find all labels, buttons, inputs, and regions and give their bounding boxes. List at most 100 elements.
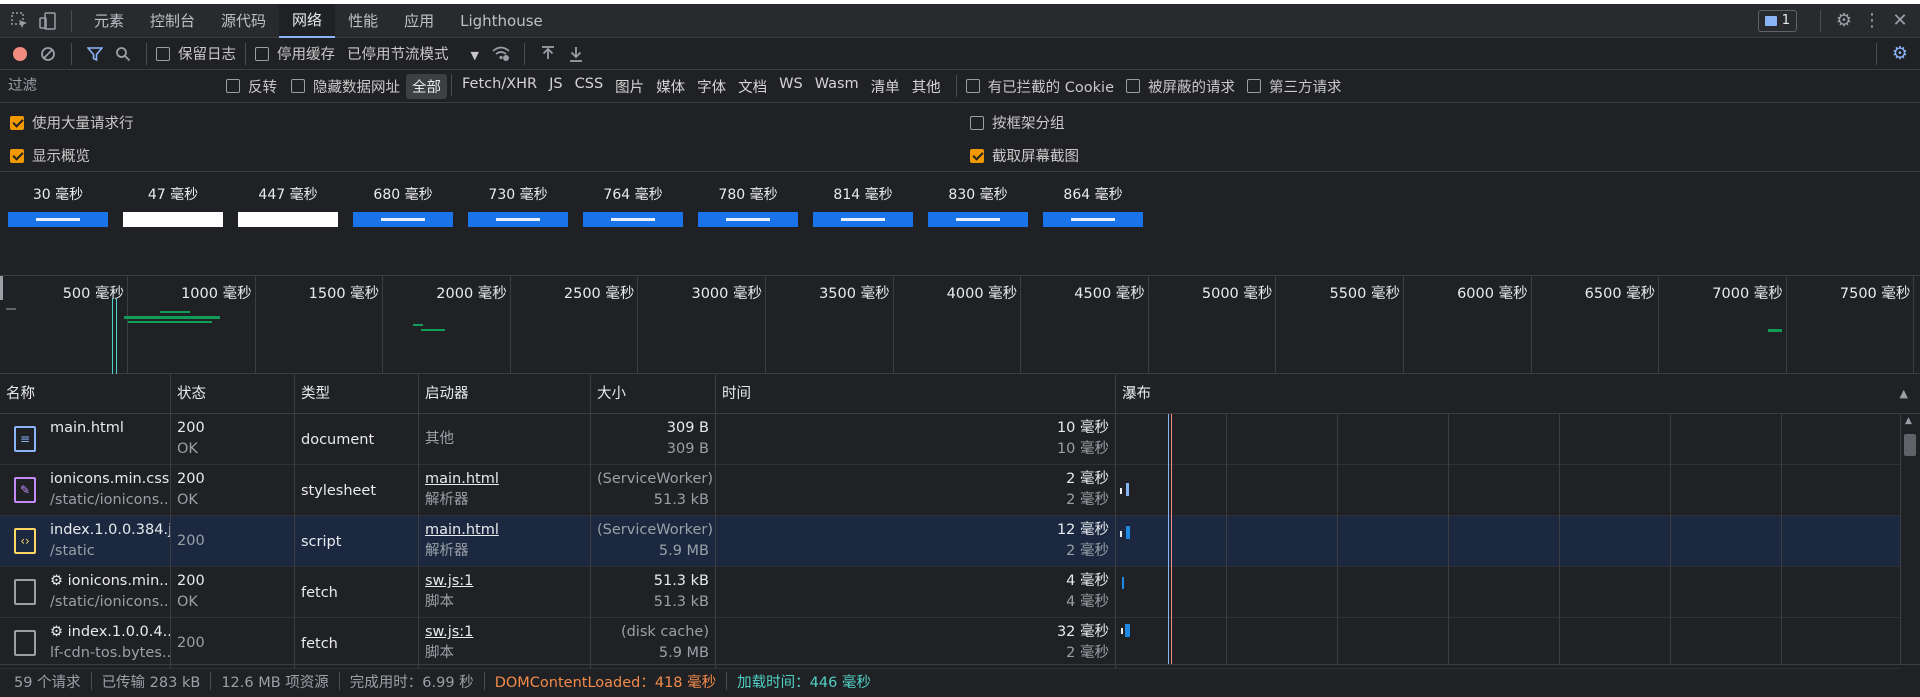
checkbox-box[interactable] bbox=[226, 79, 240, 93]
tab-5[interactable]: 应用 bbox=[391, 4, 447, 38]
overview-timeline[interactable]: 500 毫秒 1000 毫秒 1500 毫秒 2000 毫秒 2500 毫秒 3000 毫… bbox=[0, 276, 1920, 374]
checkbox-box[interactable] bbox=[970, 148, 984, 163]
screenshot-thumbnail[interactable] bbox=[468, 212, 568, 227]
cell-name[interactable]: ‹› index.1.0.0.384.js/static bbox=[0, 516, 171, 567]
screenshot-frame[interactable]: 764 毫秒 bbox=[583, 184, 683, 227]
screenshot-thumbnail[interactable] bbox=[353, 212, 453, 227]
column-header-waterfall[interactable]: 瀑布 ▲ bbox=[1116, 374, 1920, 414]
checkbox-box[interactable] bbox=[156, 46, 170, 61]
close-icon[interactable]: ✕ bbox=[1886, 7, 1914, 35]
filter-button[interactable] bbox=[81, 40, 109, 68]
checkbox-box[interactable] bbox=[10, 115, 24, 130]
blocked-requests-checkbox[interactable]: 被屏蔽的请求 bbox=[1126, 76, 1235, 97]
column-header-type[interactable]: 类型 bbox=[295, 374, 419, 414]
screenshot-frame[interactable]: 30 毫秒 bbox=[8, 184, 108, 227]
column-header-size[interactable]: 大小 bbox=[591, 374, 716, 414]
screenshot-frame[interactable]: 680 毫秒 bbox=[353, 184, 453, 227]
type-filter-3[interactable]: CSS bbox=[569, 74, 610, 99]
tab-2[interactable]: 源代码 bbox=[208, 4, 279, 38]
type-filter-11[interactable]: 其他 bbox=[906, 74, 947, 99]
type-filter-2[interactable]: JS bbox=[543, 74, 568, 99]
device-toolbar-icon[interactable] bbox=[34, 7, 62, 35]
inspect-element-icon[interactable] bbox=[6, 7, 34, 35]
type-filter-6[interactable]: 字体 bbox=[691, 74, 732, 99]
export-har-icon[interactable] bbox=[562, 40, 590, 68]
column-header-initiator[interactable]: 启动器 bbox=[419, 374, 591, 414]
tab-6[interactable]: Lighthouse bbox=[447, 4, 556, 38]
settings-gear-icon[interactable]: ⚙ bbox=[1830, 7, 1858, 35]
selection-handle[interactable] bbox=[0, 276, 3, 300]
tab-0[interactable]: 元素 bbox=[81, 4, 137, 38]
scroll-up-icon[interactable]: ▲ bbox=[1905, 416, 1912, 426]
network-conditions-icon[interactable] bbox=[487, 40, 515, 68]
blocked-cookies-checkbox[interactable]: 有已拦截的 Cookie bbox=[965, 76, 1114, 97]
tab-4[interactable]: 性能 bbox=[335, 4, 391, 38]
initiator-link[interactable]: main.html bbox=[425, 522, 499, 538]
initiator-link[interactable]: main.html bbox=[425, 471, 499, 487]
screenshot-frame[interactable]: 814 毫秒 bbox=[813, 184, 913, 227]
column-header-name[interactable]: 名称 bbox=[0, 374, 171, 414]
preserve-log-checkbox[interactable]: 保留日志 bbox=[156, 43, 236, 64]
throttling-select[interactable]: 已停用节流模式 ▼ bbox=[347, 43, 479, 64]
type-filter-9[interactable]: Wasm bbox=[809, 74, 865, 99]
cell-name[interactable]: ✎ ionicons.min.css/static/ionicons... bbox=[0, 465, 171, 516]
checkbox-box[interactable] bbox=[1126, 79, 1141, 93]
initiator-link[interactable]: sw.js:1 bbox=[425, 624, 473, 640]
disable-cache-checkbox[interactable]: 停用缓存 bbox=[255, 43, 335, 64]
import-har-icon[interactable] bbox=[534, 40, 562, 68]
cell-name[interactable]: ⚙ index.1.0.0.4... lf-cdn-tos.bytes... bbox=[0, 618, 171, 669]
scrollbar-thumb[interactable] bbox=[1904, 434, 1916, 456]
record-button[interactable] bbox=[6, 40, 34, 68]
hide-data-urls-checkbox[interactable]: 隐藏数据网址 bbox=[291, 76, 400, 97]
big-rows-checkbox[interactable]: 使用大量请求行 bbox=[10, 112, 134, 133]
issues-badge[interactable]: 1 bbox=[1757, 9, 1797, 32]
screenshot-thumbnail[interactable] bbox=[928, 212, 1028, 227]
type-filter-7[interactable]: 文档 bbox=[732, 74, 773, 99]
screenshot-thumbnail[interactable] bbox=[123, 212, 223, 227]
screenshot-frame[interactable]: 830 毫秒 bbox=[928, 184, 1028, 227]
screenshot-thumbnail[interactable] bbox=[698, 212, 798, 227]
checkbox-box[interactable] bbox=[255, 46, 269, 61]
checkbox-box[interactable] bbox=[291, 79, 305, 93]
more-options-icon[interactable]: ⋮ bbox=[1858, 7, 1886, 35]
search-button[interactable] bbox=[109, 40, 137, 68]
cell-name[interactable]: ⚙ ionicons.min.... /static/ionicons... bbox=[0, 567, 171, 618]
big-rows-label: 使用大量请求行 bbox=[32, 116, 134, 132]
screenshot-frame[interactable]: 47 毫秒 bbox=[123, 184, 223, 227]
screenshot-thumbnail[interactable] bbox=[238, 212, 338, 227]
capture-screenshots-checkbox[interactable]: 截取屏幕截图 bbox=[970, 145, 1079, 166]
column-header-status[interactable]: 状态 bbox=[171, 374, 295, 414]
clear-button[interactable] bbox=[34, 40, 62, 68]
checkbox-box[interactable] bbox=[10, 148, 24, 163]
screenshot-thumbnail[interactable] bbox=[8, 212, 108, 227]
type-filter-8[interactable]: WS bbox=[773, 74, 809, 99]
type-filter-10[interactable]: 清单 bbox=[865, 74, 906, 99]
screenshot-frame[interactable]: 780 毫秒 bbox=[698, 184, 798, 227]
tab-1[interactable]: 控制台 bbox=[137, 4, 208, 38]
third-party-checkbox[interactable]: 第三方请求 bbox=[1247, 76, 1342, 97]
cell-name[interactable]: ≡ main.html bbox=[0, 414, 171, 465]
show-overview-checkbox[interactable]: 显示概览 bbox=[10, 145, 90, 166]
vertical-scrollbar[interactable]: ▲ bbox=[1900, 414, 1918, 664]
group-by-frame-checkbox[interactable]: 按框架分组 bbox=[970, 112, 1065, 133]
checkbox-box[interactable] bbox=[970, 115, 984, 130]
filter-input[interactable] bbox=[4, 75, 210, 97]
invert-checkbox[interactable]: 反转 bbox=[226, 76, 277, 97]
type-filter-5[interactable]: 媒体 bbox=[650, 74, 691, 99]
screenshot-frame[interactable]: 730 毫秒 bbox=[468, 184, 568, 227]
screenshot-thumbnail[interactable] bbox=[1043, 212, 1143, 227]
screenshot-frame[interactable]: 447 毫秒 bbox=[238, 184, 338, 227]
tab-3[interactable]: 网络 bbox=[279, 3, 336, 38]
screenshot-frame[interactable]: 864 毫秒 bbox=[1043, 184, 1143, 227]
initiator-link[interactable]: sw.js:1 bbox=[425, 573, 473, 589]
type-filter-1[interactable]: Fetch/XHR bbox=[456, 74, 543, 99]
blocked-requests-label: 被屏蔽的请求 bbox=[1148, 79, 1236, 96]
screenshot-thumbnail[interactable] bbox=[583, 212, 683, 227]
type-filter-0[interactable]: 全部 bbox=[406, 73, 447, 99]
type-filter-4[interactable]: 图片 bbox=[609, 74, 650, 99]
checkbox-box[interactable] bbox=[965, 79, 980, 93]
column-header-time[interactable]: 时间 bbox=[716, 374, 1116, 414]
screenshot-thumbnail[interactable] bbox=[813, 212, 913, 227]
checkbox-box[interactable] bbox=[1247, 79, 1262, 93]
network-settings-gear-icon[interactable]: ⚙ bbox=[1886, 40, 1914, 68]
